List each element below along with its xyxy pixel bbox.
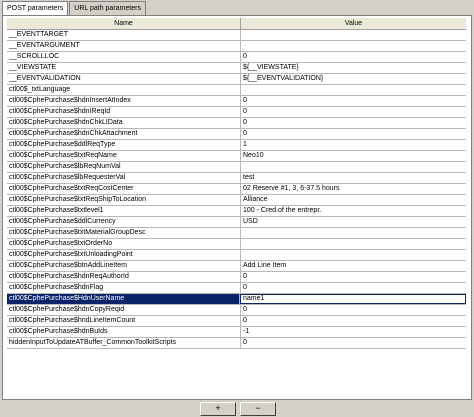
table-row[interactable]: ctl00$CphePurchase$hdnChkAttachment 0 (7, 129, 466, 140)
parameter-name-cell[interactable]: ctl00$CphePurchase$txtOrderNo (7, 239, 241, 249)
table-row[interactable]: ctl00$CphePurchase$txtMaterialGroupDesc (7, 228, 466, 239)
parameter-value-cell[interactable]: Neo10 (241, 151, 466, 161)
parameter-value-cell[interactable] (241, 228, 466, 238)
parameter-value-cell[interactable]: Alliance (241, 195, 466, 205)
table-row[interactable]: ctl00$CphePurchase$txtOrderNo (7, 239, 466, 250)
table-row[interactable]: ctl00$CphePurchase$lbReqNumVal (7, 162, 466, 173)
table-row[interactable]: ctl00$CphePurchase$hdnCopyReqid 0 (7, 305, 466, 316)
parameter-name-cell[interactable]: __EVENTVALIDATION (7, 74, 241, 84)
parameter-value-cell[interactable]: 0 (241, 107, 466, 117)
table-row[interactable]: ctl00$CphePurchase$hndLineItemCount 0 (7, 316, 466, 327)
parameter-value-cell[interactable]: 0 (241, 338, 466, 348)
parameter-value-cell[interactable]: 0 (241, 129, 466, 139)
table-row[interactable]: __SCROLLLOC 0 (7, 52, 466, 63)
table-row[interactable]: ctl00$CphePurchase$btnAddLineItem Add Lin… (7, 261, 466, 272)
tab-post-parameters[interactable]: POST parameters (2, 1, 69, 16)
tab-strip: POST parameters URL path parameters (2, 1, 147, 16)
parameter-value-cell[interactable]: Add Line Item (241, 261, 466, 271)
parameter-value-cell[interactable]: name1 (239, 294, 466, 304)
parameter-name-cell[interactable]: ctl00$CphePurchase$txtReqName (7, 151, 241, 161)
parameter-value-cell[interactable]: ${__VIEWSTATE} (241, 63, 466, 73)
table-row[interactable]: ctl00$CphePurchase$hdnFlag 0 (7, 283, 466, 294)
parameter-name-cell[interactable]: ctl00$CphePurchase$hdnChkAttachment (7, 129, 241, 139)
column-header-value[interactable]: Value (241, 18, 466, 29)
parameter-name-cell[interactable]: __EVENTARGUMENT (7, 41, 241, 51)
parameter-name-cell[interactable]: ctl00$CphePurchase$hndLineItemCount (7, 316, 241, 326)
table-row[interactable]: ctl00$_txtLanguage (7, 85, 466, 96)
table-row[interactable]: __VIEWSTATE ${__VIEWSTATE} (7, 63, 466, 74)
parameter-name-cell[interactable]: __EVENTTARGET (7, 30, 241, 40)
table-row[interactable]: ctl00$CphePurchase$txtReqName Neo10 (7, 151, 466, 162)
parameter-value-cell[interactable]: ${__EVENTVALIDATION} (241, 74, 466, 84)
table-body: __EVENTTARGET __EVENTARGUMENT __SCROLLLOC 0… (7, 30, 466, 349)
parameter-value-cell[interactable]: 100 - Cred.of the entrepr. (241, 206, 466, 216)
table-row[interactable]: ctl00$CphePurchase$txtUnloadingPoint (7, 250, 466, 261)
table-row[interactable]: ctl00$CphePurchase$ddlCurrency USD (7, 217, 466, 228)
parameter-name-cell[interactable]: ctl00$CphePurchase$hdnCopyReqid (7, 305, 241, 315)
parameter-name-cell[interactable]: __VIEWSTATE (7, 63, 241, 73)
parameter-value-cell[interactable]: test (241, 173, 466, 183)
table-row[interactable]: ctl00$CphePurchase$txtReqCostCenter 02 Re… (7, 184, 466, 195)
parameter-name-cell[interactable]: __SCROLLLOC (7, 52, 241, 62)
table-row[interactable]: ctl00$CphePurchase$hdnInsertAtIndex 0 (7, 96, 466, 107)
parameter-value-cell[interactable]: 0 (241, 52, 466, 62)
parameter-name-cell[interactable]: ctl00$CphePurchase$hdnBuIds (7, 327, 241, 337)
remove-parameter-button[interactable]: − (240, 402, 276, 416)
parameter-name-cell[interactable]: ctl00$CphePurchase$ddlCurrency (7, 217, 241, 227)
parameter-value-cell[interactable]: 1 (241, 140, 466, 150)
parameter-value-cell[interactable]: 0 (241, 283, 466, 293)
parameter-name-cell[interactable]: ctl00$CphePurchase$hdnIReqId (7, 107, 241, 117)
parameter-value-cell[interactable] (241, 41, 466, 51)
parameter-name-cell[interactable]: ctl00$CphePurchase$hdnInsertAtIndex (7, 96, 241, 106)
parameter-value-cell[interactable]: 0 (241, 316, 466, 326)
column-header-name[interactable]: Name (7, 18, 241, 29)
parameter-value-cell[interactable] (241, 250, 466, 260)
add-parameter-button[interactable]: + (200, 402, 236, 416)
parameter-name-cell[interactable]: ctl00$CphePurchase$txtlevel1 (7, 206, 241, 216)
parameter-name-cell[interactable]: ctl00$CphePurchase$txtReqCostCenter (7, 184, 241, 194)
parameter-name-cell[interactable]: ctl00$CphePurchase$txtReqShipToLocation (7, 195, 241, 205)
table-row[interactable]: ctl00$CphePurchase$hdnBuIds -1 (7, 327, 466, 338)
parameter-name-cell[interactable]: ctl00$CphePurchase$hdnReqAuthorId (7, 272, 241, 282)
parameters-panel: Name Value __EVENTTARGET __EVENTARGUMENT _… (2, 15, 472, 400)
table-row[interactable]: ctl00$CphePurchase$hdnChkLIData 0 (7, 118, 466, 129)
parameter-value-cell[interactable]: 02 Reserve #1, 3, 6-37.5 hours (241, 184, 466, 194)
parameter-name-cell[interactable]: ctl00$CphePurchase$lbReqNumVal (7, 162, 241, 172)
parameter-name-cell[interactable]: ctl00$CphePurchase$txtUnloadingPoint (7, 250, 241, 260)
parameter-name-cell[interactable]: hiddenInputToUpdateATBuffer_CommonToolki… (7, 338, 241, 348)
parameter-name-cell[interactable]: ctl00$CphePurchase$ddlReqType (7, 140, 241, 150)
table-header: Name Value (7, 18, 466, 30)
parameter-value-cell[interactable] (241, 85, 466, 95)
table-row[interactable]: ctl00$CphePurchase$txtlevel1 100 - Cred.o… (7, 206, 466, 217)
table-row[interactable]: ctl00$CphePurchase$HdnUserName name1 (7, 294, 466, 305)
parameter-value-cell[interactable] (241, 30, 466, 40)
parameter-name-cell[interactable]: ctl00$_txtLanguage (7, 85, 241, 95)
table-row[interactable]: hiddenInputToUpdateATBuffer_CommonToolki… (7, 338, 466, 349)
table-row[interactable]: ctl00$CphePurchase$hdnIReqId 0 (7, 107, 466, 118)
parameter-value-cell[interactable]: USD (241, 217, 466, 227)
parameter-name-cell[interactable]: ctl00$CphePurchase$hdnFlag (7, 283, 241, 293)
parameter-name-cell[interactable]: ctl00$CphePurchase$lbRequesterVal (7, 173, 241, 183)
parameter-value-cell[interactable]: -1 (241, 327, 466, 337)
table-row[interactable]: __EVENTARGUMENT (7, 41, 466, 52)
parameter-value-cell[interactable]: 0 (241, 272, 466, 282)
table-row[interactable]: ctl00$CphePurchase$lbRequesterVal test (7, 173, 466, 184)
parameters-table: Name Value __EVENTTARGET __EVENTARGUMENT _… (7, 18, 466, 396)
parameter-name-cell[interactable]: ctl00$CphePurchase$txtMaterialGroupDesc (7, 228, 241, 238)
parameter-name-cell[interactable]: ctl00$CphePurchase$btnAddLineItem (7, 261, 241, 271)
parameter-name-cell[interactable]: ctl00$CphePurchase$HdnUserName (7, 294, 240, 304)
parameter-value-cell[interactable]: 0 (241, 305, 466, 315)
parameter-value-cell[interactable] (241, 162, 466, 172)
parameter-value-cell[interactable] (241, 239, 466, 249)
tab-url-path-parameters[interactable]: URL path parameters (69, 1, 146, 15)
parameter-value-cell[interactable]: 0 (241, 118, 466, 128)
table-row[interactable]: __EVENTVALIDATION ${__EVENTVALIDATION} (7, 74, 466, 85)
table-row[interactable]: ctl00$CphePurchase$ddlReqType 1 (7, 140, 466, 151)
parameter-value-cell[interactable]: 0 (241, 96, 466, 106)
table-row[interactable]: ctl00$CphePurchase$txtReqShipToLocation A… (7, 195, 466, 206)
table-row[interactable]: __EVENTTARGET (7, 30, 466, 41)
table-row[interactable]: ctl00$CphePurchase$hdnReqAuthorId 0 (7, 272, 466, 283)
parameter-name-cell[interactable]: ctl00$CphePurchase$hdnChkLIData (7, 118, 241, 128)
